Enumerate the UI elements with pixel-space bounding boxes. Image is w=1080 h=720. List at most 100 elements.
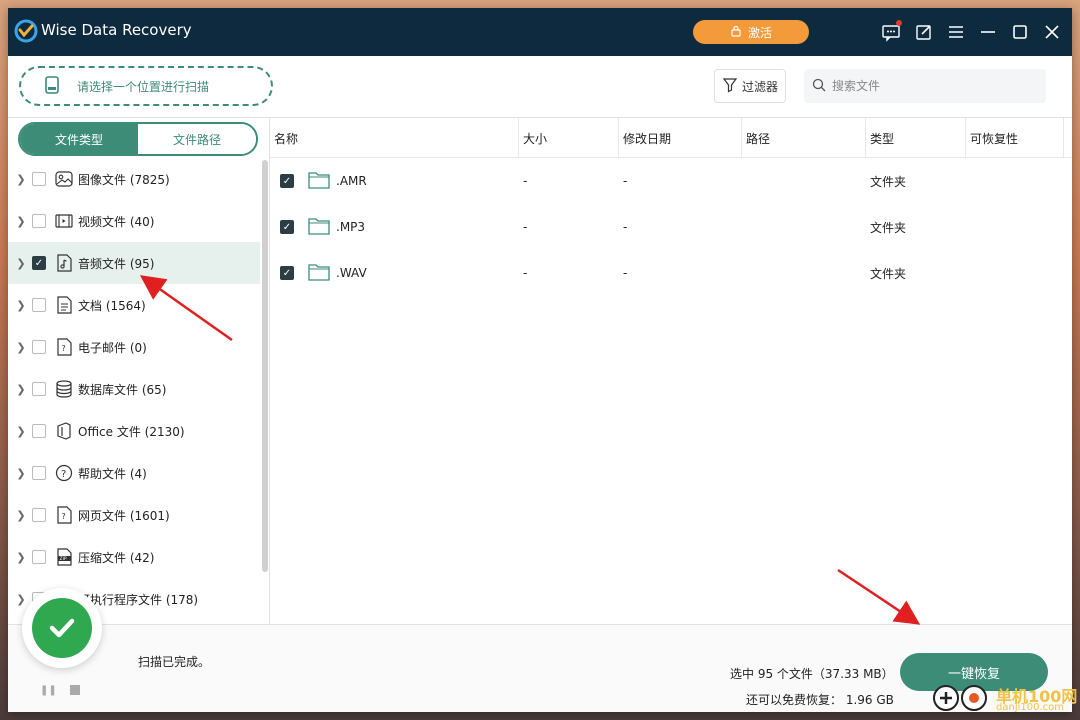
search-input[interactable] (832, 79, 1032, 93)
activate-label: 激活 (747, 25, 772, 40)
tab-file-type[interactable]: 文件类型 (20, 124, 138, 154)
file-type: 文件夹 (870, 174, 907, 189)
table-row[interactable]: ✓ .AMR - - 文件夹 (270, 158, 1072, 204)
close-icon[interactable] (1042, 22, 1062, 42)
activate-button[interactable]: 激活 (693, 20, 809, 44)
tab-file-path[interactable]: 文件路径 (138, 124, 256, 154)
chevron-right-icon[interactable]: ❯ (12, 257, 30, 270)
filter-button[interactable]: 过滤器 (714, 69, 786, 103)
menu-icon[interactable] (946, 22, 966, 42)
category-checkbox[interactable] (32, 424, 46, 438)
file-table: 名称 大小 修改日期 路径 类型 可恢复性 ✓ .AMR - - 文件夹 ✓ .… (270, 118, 1072, 624)
watermark-subtext: danji100.com (996, 702, 1064, 713)
category-label: 帮助文件 (4) (78, 466, 147, 481)
web-icon: ? (54, 505, 74, 525)
category-item-documents[interactable]: ❯ 文档 (1564) (8, 284, 260, 326)
column-header-recoverability[interactable]: 可恢复性 (966, 118, 1064, 158)
chevron-right-icon[interactable]: ❯ (12, 299, 30, 312)
feedback-icon[interactable] (881, 20, 902, 42)
chevron-right-icon[interactable]: ❯ (12, 467, 30, 480)
category-checkbox[interactable] (32, 298, 46, 312)
column-header-type[interactable]: 类型 (866, 118, 966, 158)
file-type: 文件夹 (870, 220, 907, 235)
category-item-images[interactable]: ❯ 图像文件 (7825) (8, 158, 260, 200)
zip-icon: ZIP (54, 547, 74, 567)
category-panel: 文件类型 文件路径 ❯ 图像文件 (7825) ❯ 视频文件 (40) ❯ ✓ … (8, 118, 270, 624)
file-name: .MP3 (336, 220, 366, 234)
table-row[interactable]: ✓ .MP3 - - 文件夹 (270, 204, 1072, 250)
image-icon (54, 169, 74, 189)
row-checkbox[interactable]: ✓ (280, 174, 294, 188)
chevron-right-icon[interactable]: ❯ (12, 173, 30, 186)
view-toggle: 文件类型 文件路径 (18, 122, 258, 156)
category-label: 文档 (1564) (78, 298, 146, 313)
category-checkbox[interactable] (32, 172, 46, 186)
minimize-icon[interactable] (978, 22, 998, 42)
chevron-right-icon[interactable]: ❯ (12, 509, 30, 522)
search-box[interactable] (804, 69, 1046, 103)
stop-icon[interactable] (70, 685, 80, 695)
category-item-email[interactable]: ❯ ? 电子邮件 (0) (8, 326, 260, 368)
table-row[interactable]: ✓ .WAV - - 文件夹 (270, 250, 1072, 296)
file-size: - (523, 174, 528, 188)
category-checkbox[interactable]: ✓ (32, 256, 46, 270)
svg-text:ZIP: ZIP (60, 556, 67, 562)
chevron-right-icon[interactable]: ❯ (12, 215, 30, 228)
row-checkbox[interactable]: ✓ (280, 220, 294, 234)
chevron-right-icon[interactable]: ❯ (12, 383, 30, 396)
category-item-audio[interactable]: ❯ ✓ 音频文件 (95) (8, 242, 260, 284)
category-checkbox[interactable] (32, 382, 46, 396)
maximize-icon[interactable] (1010, 22, 1030, 42)
video-icon (54, 211, 74, 231)
file-size: - (523, 266, 528, 280)
category-checkbox[interactable] (32, 340, 46, 354)
chevron-right-icon[interactable]: ❯ (12, 425, 30, 438)
edit-icon[interactable] (914, 22, 934, 42)
selected-files-info: 选中 95 个文件（37.33 MB） (730, 667, 894, 681)
column-header-modified[interactable]: 修改日期 (619, 118, 742, 158)
chevron-right-icon[interactable]: ❯ (12, 593, 30, 606)
category-item-web[interactable]: ❯ ? 网页文件 (1601) (8, 494, 260, 536)
column-header-name[interactable]: 名称 (270, 118, 519, 158)
category-item-office[interactable]: ❯ Office 文件 (2130) (8, 410, 260, 452)
row-checkbox[interactable]: ✓ (280, 266, 294, 280)
search-icon (812, 78, 826, 95)
chevron-right-icon[interactable]: ❯ (12, 551, 30, 564)
file-name: .AMR (336, 174, 367, 188)
lock-icon (730, 25, 742, 40)
category-checkbox[interactable] (32, 466, 46, 480)
category-scrollbar[interactable] (262, 160, 268, 572)
column-header-size[interactable]: 大小 (519, 118, 619, 158)
chevron-right-icon[interactable]: ❯ (12, 341, 30, 354)
category-label: 音频文件 (95) (78, 256, 155, 271)
category-checkbox[interactable] (32, 550, 46, 564)
status-bar: 扫描已完成。 ❚❚ 选中 95 个文件（37.33 MB） 还可以免费恢复： 1… (8, 624, 1072, 712)
file-modified: - (623, 266, 628, 280)
email-icon: ? (54, 337, 74, 357)
column-header-path[interactable]: 路径 (742, 118, 866, 158)
category-item-database[interactable]: ❯ 数据库文件 (65) (8, 368, 260, 410)
category-list: ❯ 图像文件 (7825) ❯ 视频文件 (40) ❯ ✓ 音频文件 (95) … (8, 158, 260, 620)
select-location-button[interactable]: 请选择一个位置进行扫描 (19, 66, 273, 106)
free-recovery-info: 还可以免费恢复： 1.96 GB (746, 693, 894, 707)
table-header: 名称 大小 修改日期 路径 类型 可恢复性 (270, 118, 1072, 158)
category-item-help[interactable]: ❯ ? 帮助文件 (4) (8, 452, 260, 494)
filter-label: 过滤器 (741, 79, 778, 94)
folder-icon (308, 217, 330, 238)
category-item-zip[interactable]: ❯ ZIP 压缩文件 (42) (8, 536, 260, 578)
pause-icon[interactable]: ❚❚ (40, 685, 57, 696)
category-label: 数据库文件 (65) (78, 382, 167, 397)
toolbar: 请选择一个位置进行扫描 过滤器 (8, 56, 1072, 118)
help-icon: ? (54, 463, 74, 483)
title-bar: Wise Data Recovery 激活 (8, 8, 1072, 56)
file-modified: - (623, 174, 628, 188)
database-icon (54, 379, 74, 399)
scan-status: 扫描已完成。 (138, 655, 211, 669)
select-location-label: 请选择一个位置进行扫描 (77, 79, 210, 94)
category-checkbox[interactable] (32, 508, 46, 522)
category-label: 网页文件 (1601) (78, 508, 170, 523)
category-checkbox[interactable] (32, 214, 46, 228)
checkmark-icon (32, 598, 92, 658)
category-item-videos[interactable]: ❯ 视频文件 (40) (8, 200, 260, 242)
folder-icon (308, 263, 330, 284)
